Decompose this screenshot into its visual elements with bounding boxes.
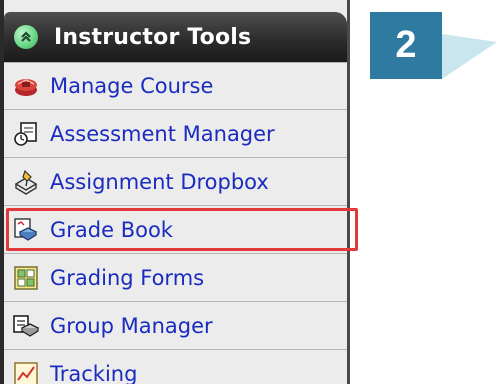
assessment-manager-icon — [14, 121, 37, 146]
menu-item-grading-forms[interactable]: Grading Forms — [4, 254, 347, 302]
menu-item-label: Grading Forms — [50, 265, 205, 290]
instructor-tools-panel: Instructor Tools Manage Course Assessmen… — [0, 0, 358, 384]
step-number: 2 — [395, 24, 417, 66]
instructor-tools-menu: Manage Course Assessment Manager Assignm… — [4, 62, 358, 384]
panel-title: Instructor Tools — [54, 24, 252, 50]
assignment-dropbox-icon — [14, 169, 38, 195]
chevron-up-circle-icon[interactable] — [14, 25, 38, 49]
menu-item-assessment-manager[interactable]: Assessment Manager — [4, 110, 347, 158]
menu-item-assignment-dropbox[interactable]: Assignment Dropbox — [4, 158, 347, 206]
group-manager-icon — [13, 314, 40, 337]
step-number-badge: 2 — [370, 12, 442, 79]
panel-header[interactable]: Instructor Tools — [4, 12, 347, 62]
grade-book-icon — [14, 217, 38, 241]
menu-item-manage-course[interactable]: Manage Course — [4, 62, 347, 110]
tracking-icon — [14, 361, 38, 384]
menu-item-group-manager[interactable]: Group Manager — [4, 302, 347, 350]
grading-forms-icon — [14, 265, 38, 290]
callout-arrow — [442, 34, 497, 79]
menu-item-label: Manage Course — [50, 74, 214, 98]
menu-item-label: Grade Book — [50, 217, 173, 242]
menu-item-label: Tracking — [50, 361, 138, 384]
manage-course-icon — [15, 79, 37, 96]
menu-item-label: Assignment Dropbox — [50, 169, 269, 194]
menu-item-tracking[interactable]: Tracking — [4, 350, 347, 384]
menu-item-label: Assessment Manager — [50, 121, 275, 146]
menu-item-grade-book[interactable]: Grade Book — [4, 206, 358, 254]
menu-item-label: Group Manager — [50, 313, 213, 338]
